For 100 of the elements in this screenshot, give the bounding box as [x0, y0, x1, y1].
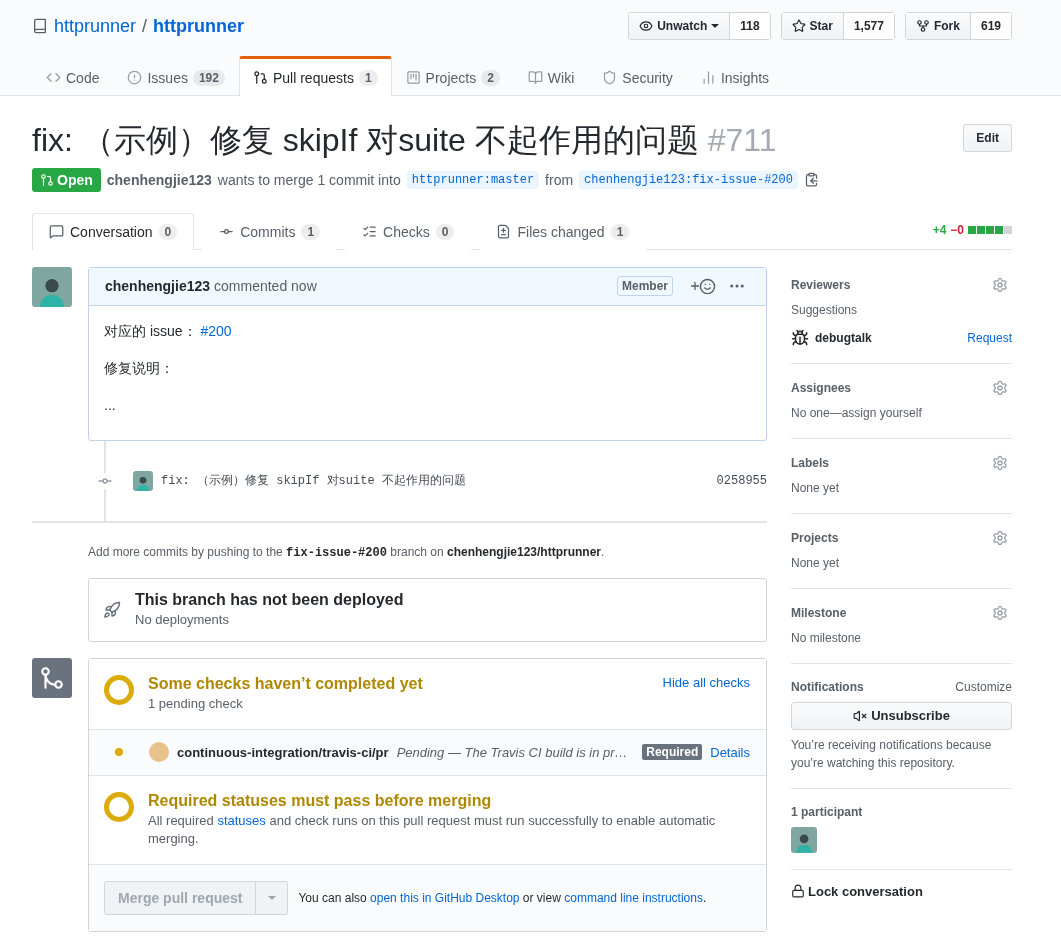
unsubscribe-button[interactable]: Unsubscribe — [791, 701, 1012, 730]
path-separator: / — [142, 15, 148, 37]
tab-counter: 1 — [610, 223, 630, 240]
person-silhouette-icon — [136, 474, 150, 491]
details-link[interactable]: Details — [710, 744, 750, 760]
required-title: Required statuses must pass before merging — [148, 791, 493, 810]
sidebar-value: None yet — [791, 479, 841, 497]
edit-button[interactable]: Edit — [963, 124, 1012, 152]
comment-paragraph: ... — [104, 395, 117, 415]
sidebar-heading: Projects — [791, 530, 839, 545]
fork-button[interactable]: Fork — [905, 13, 971, 39]
repo-owner-link[interactable]: httprunner — [54, 15, 137, 37]
alert-circle-icon — [127, 70, 143, 85]
social-count[interactable]: 118 — [730, 13, 770, 39]
fork-icon — [915, 19, 930, 33]
pr-tab[interactable]: Conversation 0 — [32, 212, 195, 250]
user-avatar[interactable] — [32, 266, 72, 307]
required-label: Required — [642, 744, 703, 761]
mute-icon — [853, 708, 868, 723]
watch-button[interactable]: Unwatch — [629, 13, 731, 39]
repo-nav-tab[interactable]: Pull requests 1 — [238, 56, 392, 96]
tab-counter: 192 — [192, 69, 225, 86]
statuses-link[interactable]: statuses — [217, 812, 266, 828]
bug-avatar-icon — [791, 328, 809, 347]
repo-nav-tab[interactable]: Projects 2 — [391, 56, 514, 96]
star-button[interactable]: Star — [781, 13, 844, 39]
base-branch[interactable]: httprunner:master — [406, 170, 540, 189]
commit-sha[interactable]: 0258955 — [716, 473, 767, 488]
book-icon — [527, 70, 543, 85]
check-name: continuous-integration/travis-ci/pr — [177, 744, 389, 760]
merge-help-text: You can also open this in GitHub Desktop or view command line instructions. — [298, 891, 707, 906]
checks-subtitle: 1 pending check — [148, 694, 244, 713]
sidebar-value: No one—assign yourself — [791, 404, 923, 422]
commit-author-avatar[interactable] — [133, 470, 153, 491]
deployment-subtitle: No deployments — [135, 610, 230, 629]
hide-checks-link[interactable]: Hide all checks — [662, 674, 750, 690]
repo-nav-tab[interactable]: Insights — [686, 56, 784, 96]
file-diff-icon — [496, 224, 512, 240]
customize-link[interactable]: Customize — [955, 679, 1012, 694]
tab-counter: 2 — [481, 69, 500, 86]
tab-counter: 1 — [358, 69, 378, 86]
deployment-title: This branch has not been deployed — [135, 590, 404, 609]
eye-icon — [639, 19, 654, 33]
social-count[interactable]: 619 — [970, 13, 1011, 39]
repo-nav-tab[interactable]: Code — [32, 56, 114, 96]
repo-nav-tab[interactable]: Issues 192 — [113, 56, 239, 96]
from-label: from — [545, 171, 574, 188]
lock-conversation-link[interactable]: Lock conversation — [791, 883, 1012, 899]
head-branch[interactable]: chenhengjie123:fix-issue-#200 — [579, 170, 798, 189]
shield-icon — [602, 70, 618, 85]
sidebar-heading: Reviewers — [791, 277, 851, 292]
required-description: All required statuses and check runs on this pull request must run successfully to enable automatic merging. — [148, 811, 717, 849]
sidebar-heading: Notifications — [791, 679, 864, 694]
pull-request-icon — [252, 70, 268, 85]
tab-counter: 1 — [301, 223, 321, 240]
author-name: chenhengjie123 — [106, 171, 212, 188]
comment-paragraph: 对应的 issue： #200 — [104, 321, 233, 341]
repo-nav-tab[interactable]: Security — [588, 56, 687, 96]
bar-chart-icon — [700, 70, 716, 85]
tab-counter: 0 — [158, 223, 178, 240]
rocket-icon — [103, 600, 121, 619]
repo-nav-tab[interactable]: Wiki — [513, 56, 589, 96]
tab-counter: 0 — [435, 223, 455, 240]
comment-time: commented now — [214, 278, 317, 295]
check-description: Pending — The Travis CI build is in pr… — [396, 744, 629, 760]
ci-avatar — [149, 742, 169, 763]
lock-icon — [791, 884, 805, 899]
pending-ring-icon — [104, 674, 134, 705]
star-icon — [791, 19, 806, 33]
sidebar-value: None yet — [791, 554, 841, 572]
suggestions-label: Suggestions — [791, 301, 859, 319]
participant-avatar[interactable] — [791, 826, 817, 853]
comment-author[interactable]: chenhengjie123 — [105, 278, 211, 295]
pr-state-badge: Open — [32, 167, 101, 192]
reviewer-name: debugtalk — [815, 330, 872, 345]
code-icon — [46, 70, 61, 85]
repo-name-link[interactable]: httprunner — [153, 15, 245, 37]
deletions-count: −0 — [950, 223, 964, 238]
notification-note: You’re receiving notifications because you’re watching this repository. — [791, 736, 993, 772]
sidebar-heading: Assignees — [791, 380, 852, 395]
repo-icon — [32, 18, 48, 34]
social-count[interactable]: 1,577 — [843, 13, 894, 39]
pr-title: fix: （示例）修复 skipIf 对suite 不起作用的问题 #711 — [32, 121, 777, 160]
commit-message[interactable]: fix: （示例）修复 skipIf 对suite 不起作用的问题 — [161, 472, 466, 490]
merge-icon — [39, 664, 65, 691]
issue-link[interactable]: #200 — [200, 322, 232, 339]
request-link[interactable]: Request — [967, 330, 1012, 345]
comment-icon — [49, 224, 64, 240]
pending-ring-icon — [104, 791, 134, 822]
member-label: Member — [617, 276, 673, 297]
additions-count: +4 — [932, 223, 947, 238]
sidebar-heading: 1 participant — [791, 804, 863, 819]
sidebar-value: No milestone — [791, 629, 863, 647]
sidebar-heading: Milestone — [791, 605, 847, 620]
checklist-icon — [362, 224, 378, 240]
push-note: Add more commits by pushing to the fix-issue-#200 branch on chenhengjie123/httprunner. — [88, 543, 606, 562]
sidebar-heading: Labels — [791, 455, 829, 470]
checks-title: Some checks haven’t completed yet — [148, 674, 424, 693]
board-icon — [405, 70, 421, 85]
copy-icon — [803, 172, 819, 188]
